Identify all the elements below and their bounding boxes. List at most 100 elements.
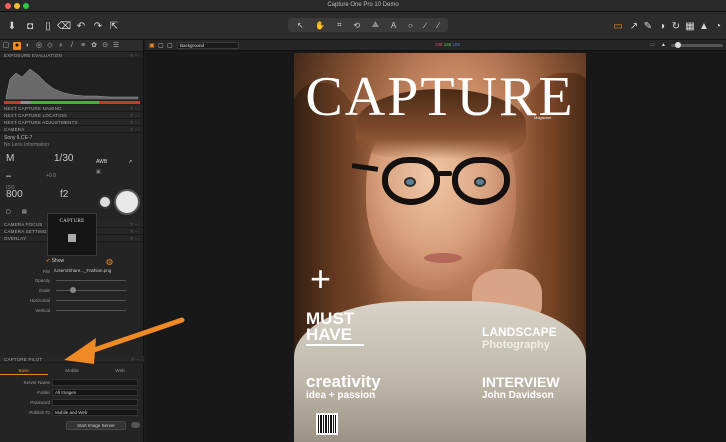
opacity-slider[interactable]	[56, 280, 126, 281]
capture-button[interactable]	[114, 189, 140, 215]
rotate-icon[interactable]: ⟲	[353, 21, 360, 30]
autofocus-icon[interactable]: ↗	[128, 159, 132, 165]
section-next-capture-adjustments[interactable]: NEXT CAPTURE ADJUSTMENTS ? ⋯	[0, 119, 143, 126]
multi-view-icon[interactable]: ▢	[158, 42, 164, 49]
aperture-value[interactable]: f2	[60, 189, 68, 200]
section-title: CAMERA SETTINGS	[4, 229, 50, 234]
eraser-icon[interactable]: ⁄	[438, 21, 439, 30]
trash-icon[interactable]: ⌫	[57, 20, 71, 32]
section-controls-icon[interactable]: ? ⋯	[130, 221, 139, 228]
grid-icon[interactable]: ▦	[684, 20, 696, 32]
zoom-out-icon[interactable]: ▲	[661, 42, 666, 48]
spot-icon[interactable]: ○	[408, 21, 413, 30]
horizontal-label: Horizontal	[29, 298, 50, 303]
import-icon[interactable]: ⬇	[6, 20, 18, 32]
cover-lips	[424, 253, 462, 263]
print-icon[interactable]: ◔	[712, 20, 724, 32]
horizontal-slider[interactable]	[56, 300, 126, 301]
batch-tab-icon[interactable]: ☰	[112, 42, 120, 50]
section-controls-icon[interactable]: ? ⋯	[130, 119, 139, 126]
drive-mode-icon[interactable]: ▬	[6, 173, 11, 179]
keystone-icon[interactable]: ⟁	[372, 20, 379, 30]
opacity-label: Opacity	[34, 278, 50, 283]
overlay-horizontal-row: Horizontal	[0, 296, 144, 305]
section-camera[interactable]: CAMERA ? ⋯	[0, 126, 143, 133]
af-mode-icon[interactable]: ▤	[22, 209, 27, 215]
password-field[interactable]	[52, 399, 138, 406]
single-view-icon[interactable]: ▣	[149, 42, 155, 49]
mask-icon[interactable]: A	[391, 21, 396, 30]
file-value[interactable]: /Users/Share..._Fashion.png	[52, 268, 138, 275]
local-adjust-tab-icon[interactable]: /	[68, 42, 76, 50]
folder-label: Folder	[37, 390, 50, 395]
shutter-speed[interactable]: 1/30	[54, 153, 73, 164]
live-view-button[interactable]	[98, 195, 112, 209]
brush-icon[interactable]: ∕	[425, 21, 426, 30]
magazine-cover-image[interactable]: CAPTURE Magazine + MUST HAVE LANDSCAPE P…	[294, 53, 586, 442]
eyedropper-icon[interactable]: ✎	[642, 20, 654, 32]
section-controls-icon[interactable]: ? ⋯	[131, 356, 140, 363]
flash-icon[interactable]: ▣	[96, 169, 101, 175]
section-controls-icon[interactable]: ? ⋯	[130, 105, 139, 112]
scale-slider-knob[interactable]	[70, 287, 76, 293]
color-tab-icon[interactable]: ◎	[35, 42, 43, 50]
zoom-fit-icon[interactable]: ▭	[650, 42, 655, 48]
cursor-tools-group: ↖ ✋ ⌗ ⟲ ⟁ A ○ ∕ ⁄	[288, 18, 448, 32]
server-name-field[interactable]	[52, 379, 138, 386]
section-controls-icon[interactable]: ? ⋯	[130, 235, 139, 242]
image-viewer[interactable]: CAPTURE Magazine + MUST HAVE LANDSCAPE P…	[145, 51, 726, 442]
metadata-tab-icon[interactable]: ✿	[90, 42, 98, 50]
section-controls-icon[interactable]: ? ⋯	[130, 52, 139, 59]
cursor-icon[interactable]: ⇱	[108, 20, 120, 32]
iso-value[interactable]: 800	[6, 189, 23, 200]
server-toggle[interactable]	[131, 422, 140, 428]
reset-icon[interactable]: ↻	[670, 20, 682, 32]
publish-select[interactable]: Mobile and Web	[52, 409, 138, 416]
folder-select[interactable]: All Images	[52, 389, 138, 396]
exposure-mode[interactable]: M	[6, 153, 14, 164]
tab-basic[interactable]: Basic	[0, 367, 48, 375]
section-exposure-evaluation[interactable]: EXPOSURE EVALUATION ? ⋯	[0, 52, 143, 59]
hand-icon[interactable]: ✋	[315, 21, 325, 30]
crop-icon[interactable]: ⌗	[337, 20, 342, 30]
start-image-server-button[interactable]: Start Image Server	[66, 421, 126, 430]
compare-view-icon[interactable]: ▢	[167, 42, 173, 49]
output-icon[interactable]: ▭	[612, 20, 624, 32]
section-controls-icon[interactable]: ? ⋯	[130, 126, 139, 133]
scale-slider[interactable]	[56, 290, 126, 291]
style-select[interactable]: Background	[177, 42, 239, 49]
tab-web[interactable]: Web	[96, 367, 144, 375]
exposure-tab-icon[interactable]: ◇	[46, 42, 54, 50]
redo-icon[interactable]: ↷	[92, 20, 104, 32]
tab-mobile[interactable]: Mobile	[48, 367, 96, 375]
output-tab-icon[interactable]: ⊙	[101, 42, 109, 50]
section-capture-pilot[interactable]: CAPTURE PILOT ? ⋯	[0, 356, 144, 363]
overlay-scale-row: Scale	[0, 286, 144, 295]
zoom-slider-knob[interactable]	[675, 42, 681, 48]
ev-value[interactable]: +0.0	[46, 173, 56, 179]
rgb-readout: 185 185 161	[435, 42, 460, 47]
section-controls-icon[interactable]: ? ⋯	[130, 228, 139, 235]
details-tab-icon[interactable]: ⌕	[57, 42, 65, 50]
overlay-lock-icon[interactable]: ◍	[106, 257, 113, 266]
capture-tab-icon[interactable]: ●	[13, 41, 21, 50]
trash-icon[interactable]: ▯	[42, 20, 54, 32]
proof-icon[interactable]: ▲	[698, 20, 710, 32]
awb-label[interactable]: AWB	[96, 159, 107, 165]
section-next-capture-location[interactable]: NEXT CAPTURE LOCATION ? ⋯	[0, 112, 143, 119]
section-next-capture-naming[interactable]: NEXT CAPTURE NAMING ? ⋯	[0, 105, 143, 112]
overlay-vertical-row: Vertical	[0, 306, 144, 315]
section-controls-icon[interactable]: ? ⋯	[130, 112, 139, 119]
adjustments-tab-icon[interactable]: ≡	[79, 42, 87, 50]
camera-icon[interactable]: ◘	[24, 20, 36, 32]
vertical-slider[interactable]	[56, 310, 126, 311]
overlay-show-toggle[interactable]: ✔ Show	[46, 258, 64, 264]
library-tab-icon[interactable]: ▢	[2, 42, 10, 50]
lens-tab-icon[interactable]: ◐	[24, 42, 32, 50]
pan-icon[interactable]: ↖	[297, 21, 304, 30]
compare-icon[interactable]: ◑	[656, 20, 668, 32]
color-picker-icon[interactable]: ↗	[628, 20, 640, 32]
metering-icon[interactable]: ▢	[6, 209, 11, 215]
undo-icon[interactable]: ↶	[75, 20, 87, 32]
publish-label: Publish To	[29, 410, 50, 415]
